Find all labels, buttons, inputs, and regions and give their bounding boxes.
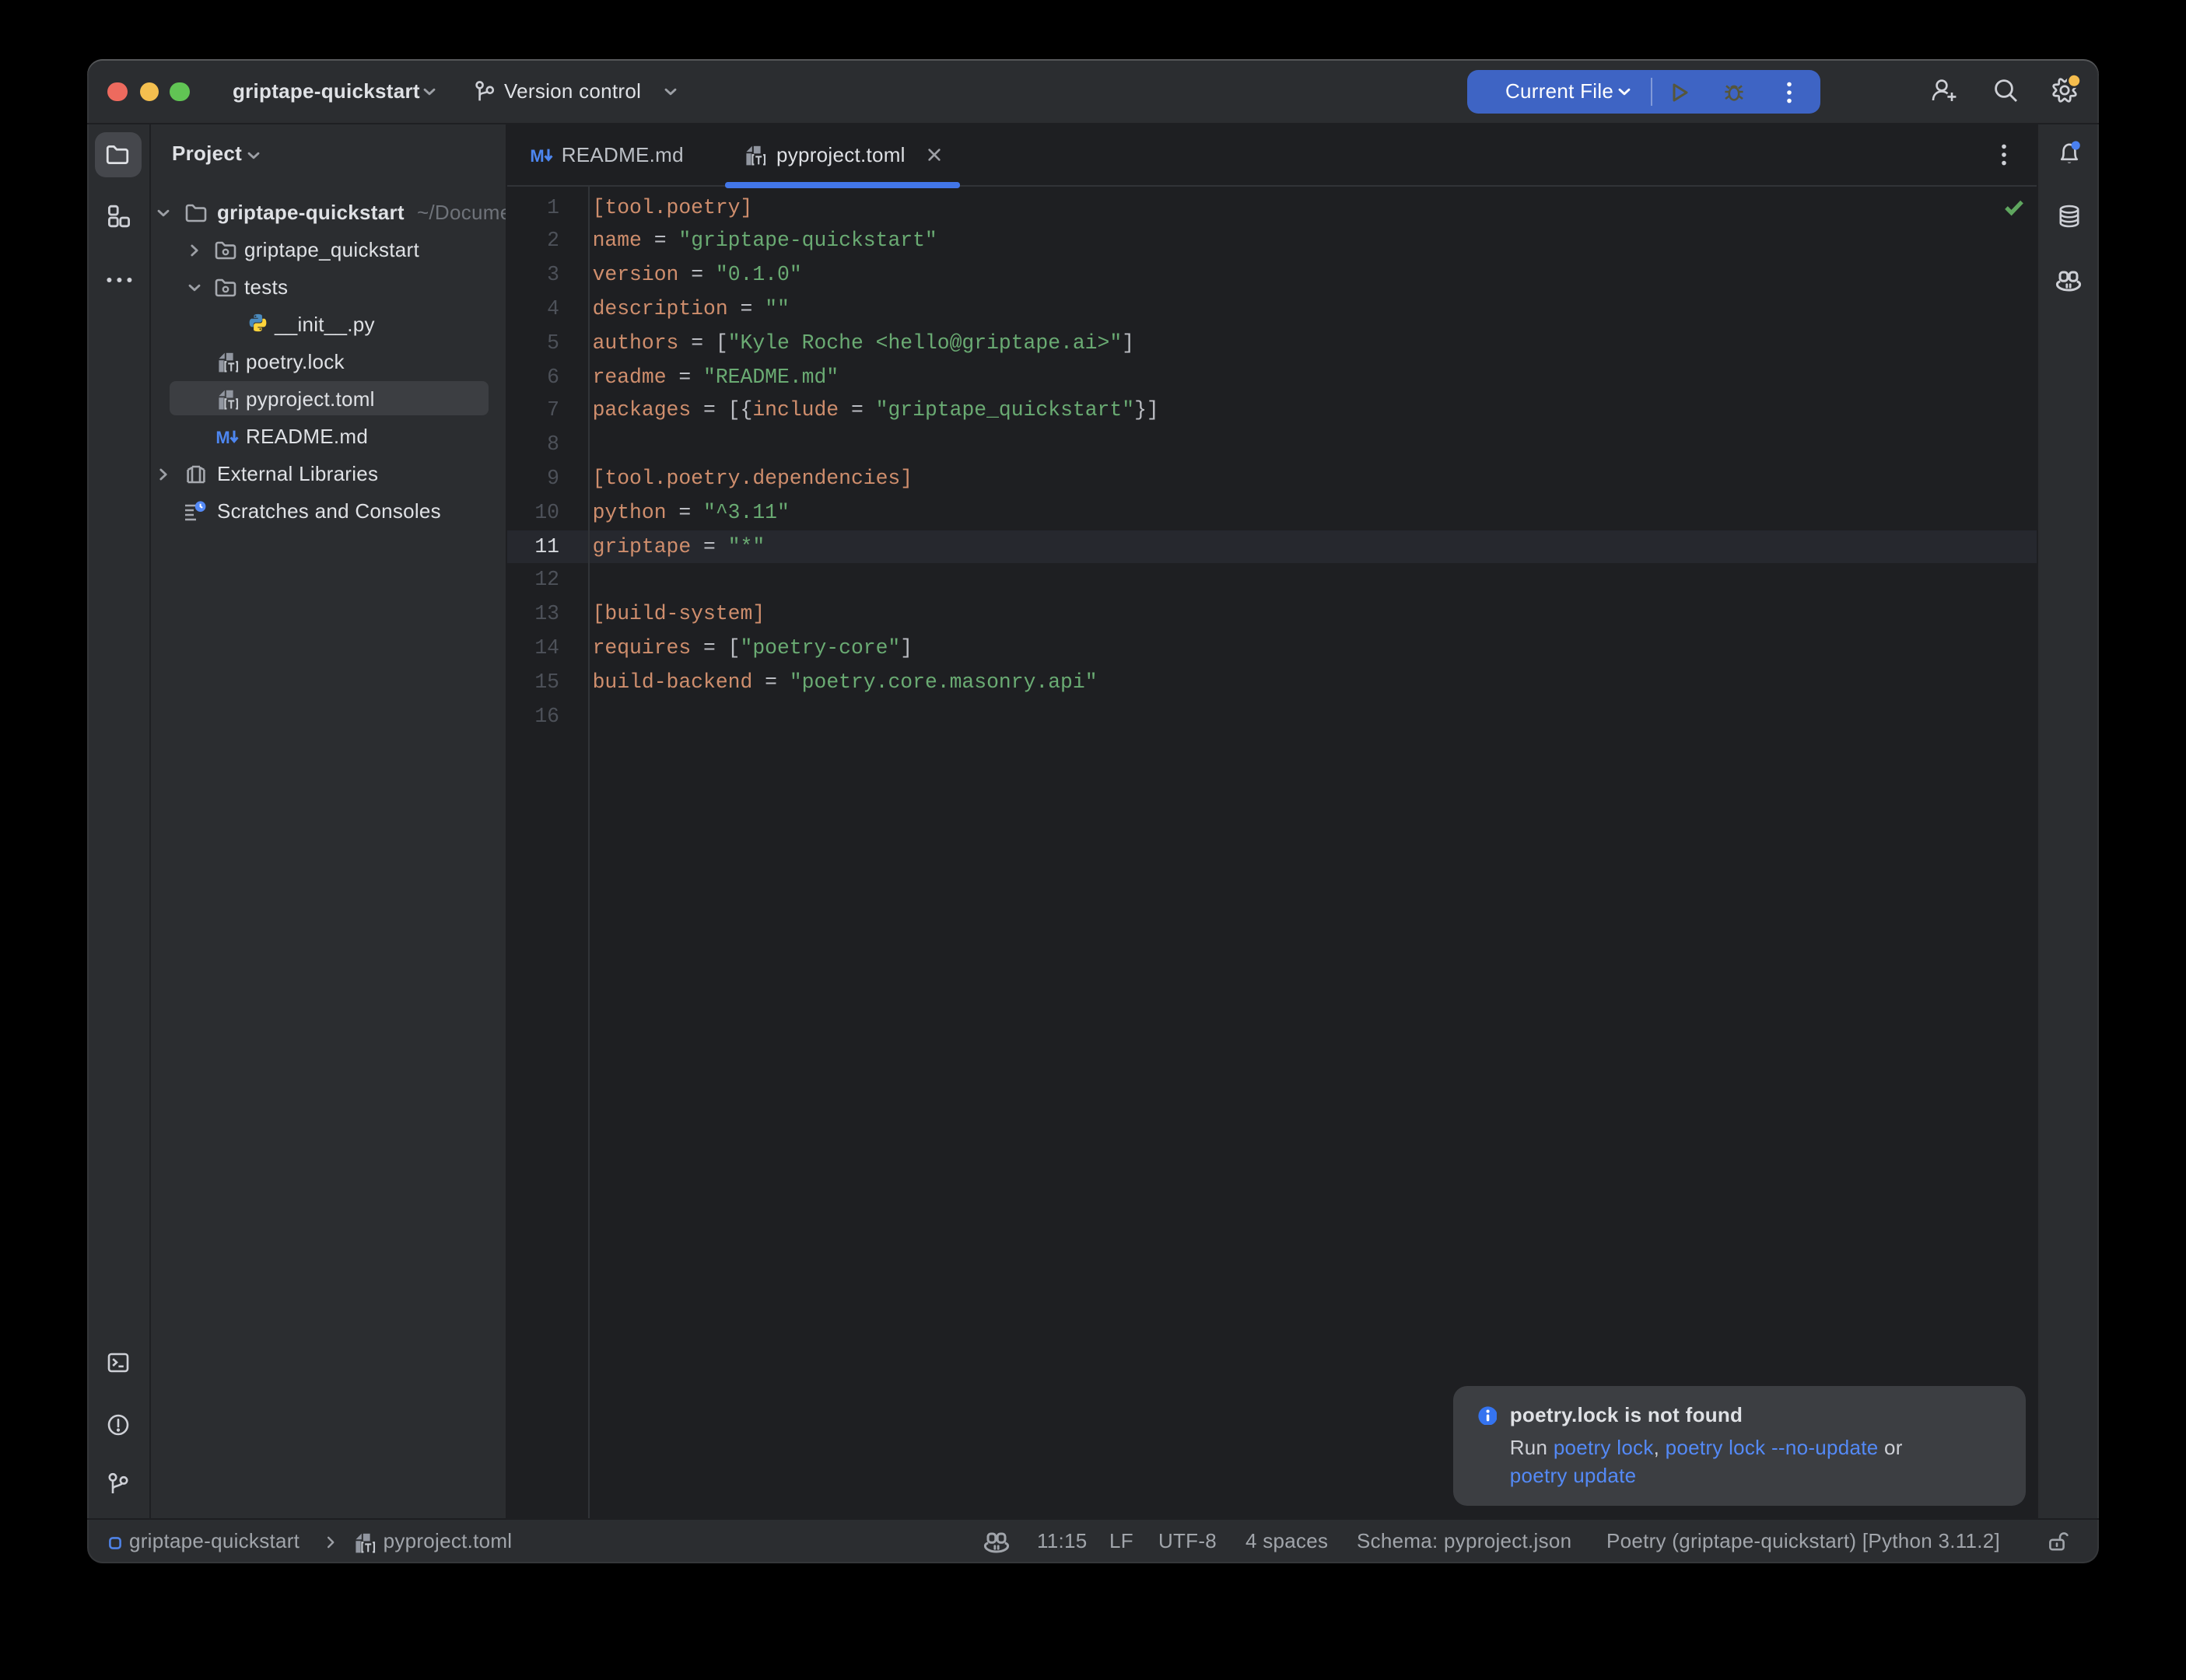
svg-text:M: M — [216, 427, 230, 446]
svg-text:M: M — [531, 146, 545, 165]
